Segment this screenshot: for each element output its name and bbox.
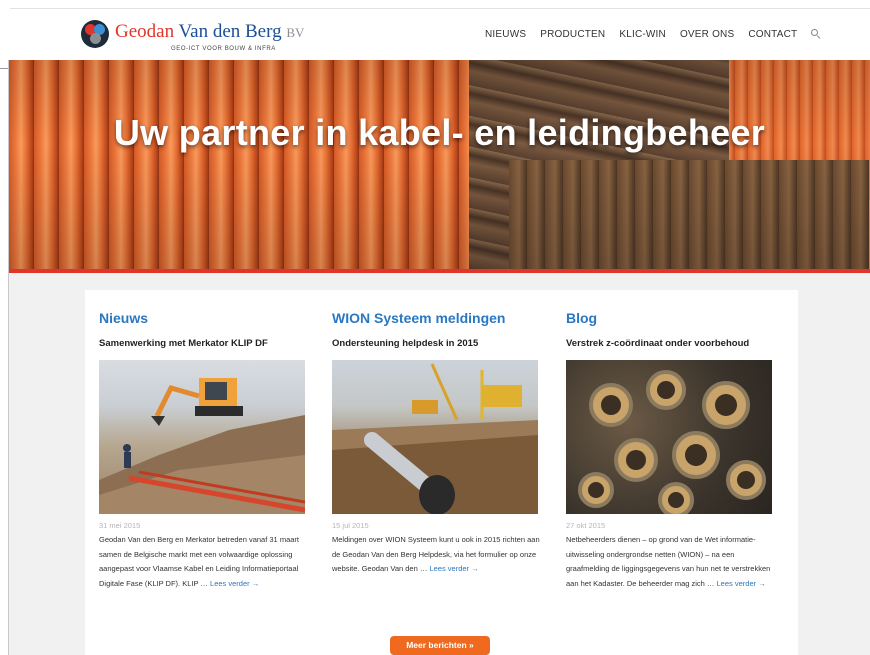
post-excerpt: Geodan Van den Berg en Merkator betreden… (99, 533, 309, 591)
read-more-link[interactable]: Lees verder → (210, 579, 259, 588)
post-excerpt: Meldingen over WION Systeem kunt u ook i… (332, 533, 542, 577)
nav-item-klic-win[interactable]: KLIC-WIN (619, 29, 666, 40)
column-wion: WION Systeem meldingen Ondersteuning hel… (332, 310, 542, 577)
logo-name-part3: BV (286, 25, 305, 40)
news-excavator-image[interactable] (99, 360, 305, 514)
logo-tagline: GEO-ICT VOOR BOUW & INFRA (171, 46, 276, 52)
read-more-link[interactable]: Lees verder → (429, 564, 478, 573)
nav-item-nieuws[interactable]: NIEUWS (485, 29, 526, 40)
blog-pipe-fittings-image[interactable] (566, 360, 772, 514)
nav-item-producten[interactable]: PRODUCTEN (540, 29, 605, 40)
post-date: 31 mei 2015 (99, 521, 141, 530)
site-header: Geodan Van den Berg BV GEO-ICT VOOR BOUW… (9, 9, 870, 60)
post-excerpt-text: Geodan Van den Berg en Merkator betreden… (99, 535, 299, 588)
logo-name-part2: Van den Berg (178, 21, 282, 42)
post-date: 27 okt 2015 (566, 521, 606, 530)
hero-banner: Uw partner in kabel- en leidingbeheer (9, 60, 870, 269)
column-news: Nieuws Samenwerking met Merkator KLIP DF… (99, 310, 309, 591)
nav-item-over-ons[interactable]: OVER ONS (680, 29, 734, 40)
logo-name: Geodan Van den Berg BV (115, 22, 304, 43)
logo-mark-icon (81, 20, 109, 48)
site-logo[interactable]: Geodan Van den Berg BV GEO-ICT VOOR BOUW… (81, 17, 304, 57)
column-heading[interactable]: Blog (566, 310, 776, 326)
pipeline-illustration (332, 363, 538, 514)
frame-left-line (8, 60, 9, 655)
column-blog: Blog Verstrek z-coördinaat onder voorbeh… (566, 310, 776, 591)
excavator-illustration (99, 378, 305, 514)
post-excerpt: Netbeheerders dienen – op grond van de W… (566, 533, 776, 591)
column-subheading[interactable]: Ondersteuning helpdesk in 2015 (332, 338, 542, 350)
read-more-link[interactable]: Lees verder → (717, 579, 766, 588)
nav-item-contact[interactable]: CONTACT (748, 29, 797, 40)
logo-name-part1: Geodan (115, 21, 175, 42)
hero-title: Uw partner in kabel- en leidingbeheer (113, 112, 766, 153)
column-subheading[interactable]: Verstrek z-coördinaat onder voorbehoud (566, 338, 776, 350)
column-subheading[interactable]: Samenwerking met Merkator KLIP DF (99, 338, 309, 350)
column-heading[interactable]: WION Systeem meldingen (332, 310, 542, 326)
post-date: 15 jul 2015 (332, 521, 369, 530)
more-posts-button[interactable]: Meer berichten » (390, 636, 490, 655)
hero-shade (9, 60, 870, 269)
wion-pipeline-image[interactable] (332, 360, 538, 514)
main-nav: NIEUWS PRODUCTEN KLIC-WIN OVER ONS CONTA… (485, 26, 821, 42)
search-icon[interactable] (811, 29, 821, 39)
column-heading[interactable]: Nieuws (99, 310, 309, 326)
pipe-fittings-illustration (578, 370, 766, 514)
